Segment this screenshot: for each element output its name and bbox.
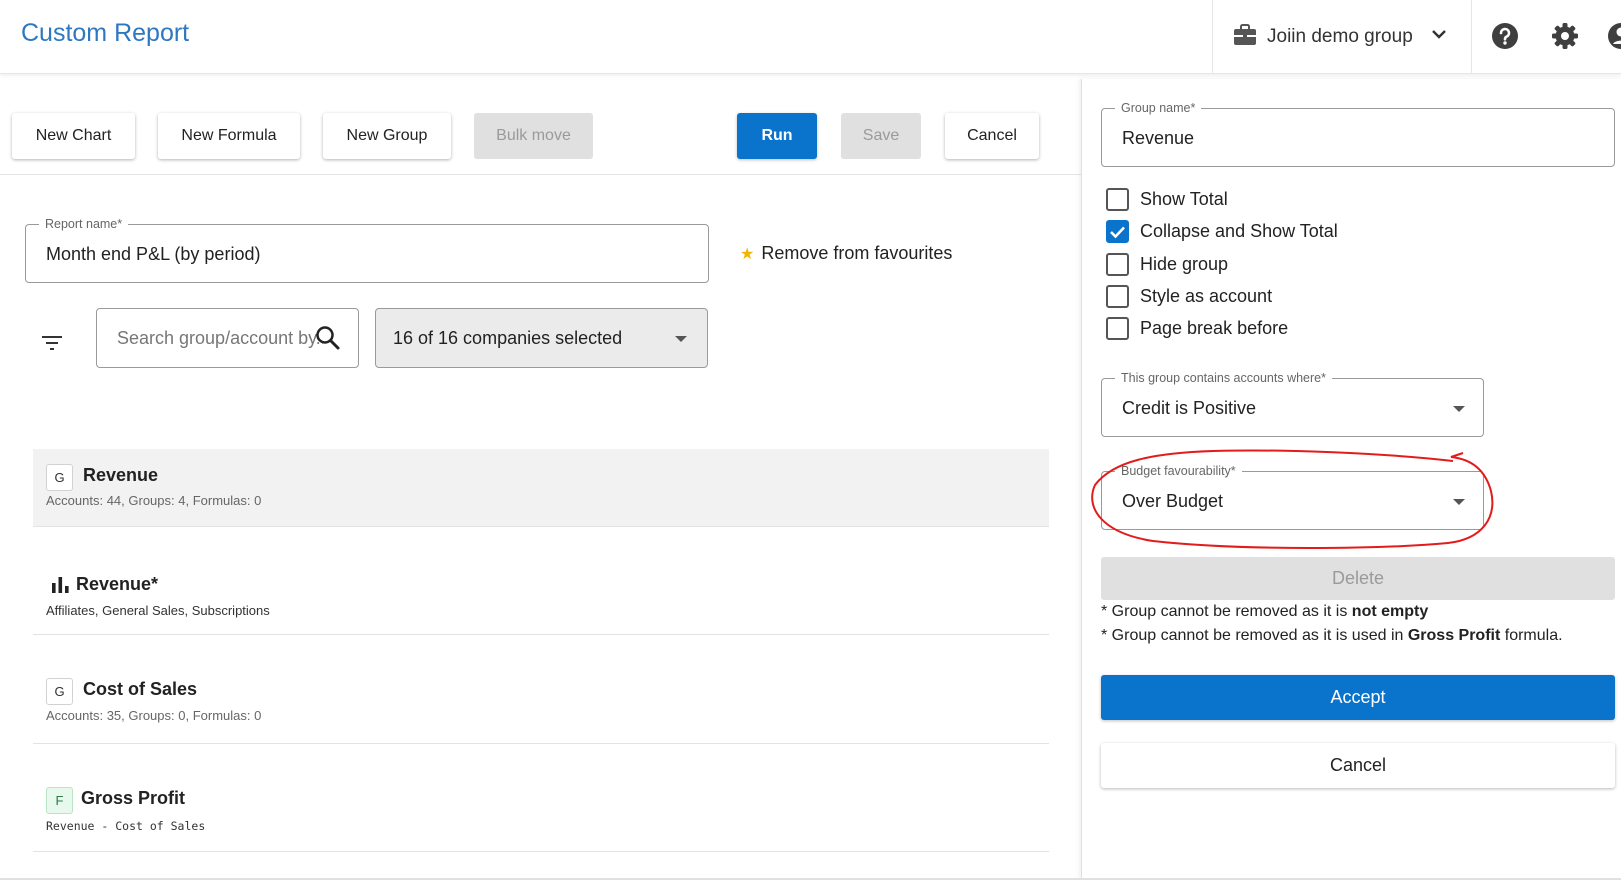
list-item[interactable]: G Revenue Accounts: 44, Groups: 4, Formu… — [33, 449, 1049, 527]
checkbox-label: Collapse and Show Total — [1140, 221, 1338, 241]
new-group-button[interactable]: New Group — [323, 113, 451, 159]
show-total-checkbox[interactable]: Show Total — [1106, 188, 1228, 211]
row-title: Revenue* — [76, 574, 159, 594]
search-input[interactable] — [98, 310, 323, 366]
hide-group-checkbox[interactable]: Hide group — [1106, 253, 1228, 276]
dropdown-arrow-icon — [675, 336, 687, 342]
checkbox-unchecked-icon — [1106, 188, 1129, 211]
note-emphasis: Gross Profit — [1407, 627, 1501, 644]
contains-accounts-value: Credit is Positive — [1122, 398, 1257, 418]
checkbox-label: Style as account — [1140, 286, 1273, 306]
page-break-before-checkbox[interactable]: Page break before — [1106, 317, 1288, 340]
row-title: Gross Profit — [81, 788, 186, 808]
group-switcher-label: Joiin demo group — [1267, 26, 1413, 47]
delete-button[interactable]: Delete — [1101, 557, 1615, 600]
page-title: Custom Report — [21, 19, 190, 47]
panel-cancel-button[interactable]: Cancel — [1101, 743, 1615, 788]
row-subtitle: Accounts: 35, Groups: 0, Formulas: 0 — [46, 708, 262, 723]
contains-accounts-select[interactable]: This group contains accounts where* Cred… — [1101, 371, 1484, 437]
star-icon: ★ — [740, 245, 755, 263]
top-bar: Custom Report Joiin demo group — [0, 0, 1621, 74]
group-name-value: Revenue — [1122, 128, 1195, 148]
checkbox-unchecked-icon — [1106, 285, 1129, 308]
row-subtitle: Accounts: 44, Groups: 4, Formulas: 0 — [46, 493, 262, 508]
gear-icon[interactable] — [1550, 21, 1580, 51]
account-icon[interactable] — [1606, 21, 1621, 51]
checkbox-unchecked-icon — [1106, 253, 1129, 276]
row-title: Revenue — [83, 465, 159, 485]
new-formula-button[interactable]: New Formula — [158, 113, 300, 159]
note-text: formula. — [1500, 627, 1563, 644]
bar-chart-icon — [52, 577, 70, 598]
note-emphasis: not empty — [1351, 603, 1429, 620]
group-switcher[interactable]: Joiin demo group — [1212, 0, 1472, 74]
delete-note-not-empty: * Group cannot be removed as it is not e… — [1101, 603, 1428, 621]
briefcase-icon — [1233, 23, 1257, 51]
checkbox-label: Hide group — [1140, 254, 1229, 274]
companies-select[interactable]: 16 of 16 companies selected — [375, 308, 708, 368]
list-item[interactable]: Revenue* Affiliates, General Sales, Subs… — [33, 527, 1049, 635]
favourites-label: Remove from favourites — [761, 243, 953, 263]
note-text: * Group cannot be removed as it is — [1101, 603, 1352, 620]
report-name-value: Month end P&L (by period) — [46, 244, 261, 264]
collapse-and-show-total-checkbox[interactable]: Collapse and Show Total — [1106, 220, 1338, 243]
report-name-label: Report name* — [39, 217, 129, 231]
checkbox-unchecked-icon — [1106, 317, 1129, 340]
checkbox-label: Page break before — [1140, 318, 1289, 338]
contains-accounts-label: This group contains accounts where* — [1115, 371, 1332, 385]
filter-icon[interactable] — [42, 336, 62, 355]
group-badge-icon: G — [46, 678, 73, 705]
dropdown-arrow-icon — [1453, 406, 1465, 412]
bulk-move-button[interactable]: Bulk move — [474, 113, 593, 159]
note-text: * Group cannot be removed as it is used … — [1101, 627, 1408, 644]
row-subtitle: Affiliates, General Sales, Subscriptions — [46, 603, 270, 618]
formula-badge-icon: F — [46, 787, 73, 814]
help-icon[interactable] — [1490, 21, 1520, 51]
group-name-label: Group name* — [1115, 101, 1202, 115]
accept-button[interactable]: Accept — [1101, 675, 1615, 720]
search-box — [96, 308, 359, 368]
checkbox-label: Show Total — [1140, 189, 1228, 209]
row-subtitle: Revenue - Cost of Sales — [46, 819, 206, 833]
annotation-circle — [1083, 447, 1503, 557]
run-button[interactable]: Run — [737, 113, 817, 159]
search-icon[interactable] — [315, 325, 341, 356]
group-badge-icon: G — [46, 464, 73, 491]
delete-note-used-in-formula: * Group cannot be removed as it is used … — [1101, 627, 1563, 645]
new-chart-button[interactable]: New Chart — [12, 113, 135, 159]
row-title: Cost of Sales — [83, 679, 198, 699]
group-name-field[interactable]: Group name* Revenue — [1101, 101, 1615, 167]
list-item[interactable]: G Cost of Sales Accounts: 35, Groups: 0,… — [33, 635, 1049, 744]
cancel-button[interactable]: Cancel — [945, 113, 1039, 159]
checkbox-checked-icon — [1106, 220, 1129, 243]
report-name-field[interactable]: Report name* Month end P&L (by period) — [25, 217, 709, 283]
chevron-down-icon — [1431, 27, 1447, 45]
toolbar-divider — [0, 174, 1082, 175]
list-item[interactable]: F Gross Profit Revenue - Cost of Sales — [33, 744, 1049, 852]
remove-from-favourites-link[interactable]: ★ Remove from favourites — [740, 243, 952, 264]
companies-select-value: 16 of 16 companies selected — [393, 328, 623, 348]
style-as-account-checkbox[interactable]: Style as account — [1106, 285, 1272, 308]
save-button[interactable]: Save — [841, 113, 921, 159]
